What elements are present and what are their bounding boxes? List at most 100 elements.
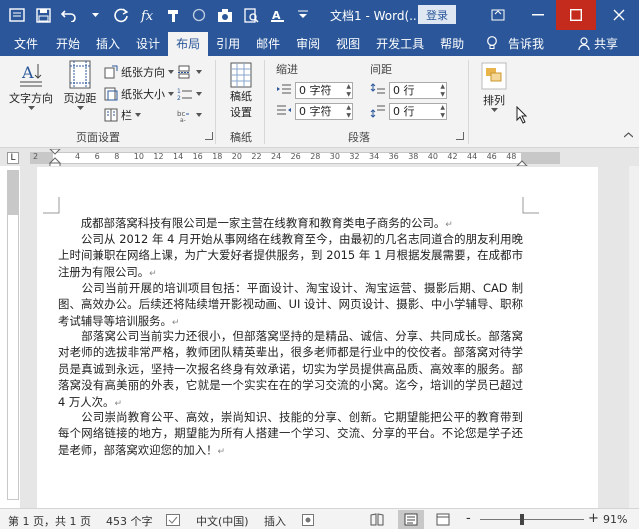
collapse-ribbon-icon[interactable]	[624, 132, 633, 138]
tab-developer[interactable]: 开发工具	[368, 32, 432, 56]
tab-insert[interactable]: 插入	[88, 32, 128, 56]
font-color-icon[interactable]: A	[266, 4, 288, 26]
minimize-button[interactable]	[518, 0, 558, 30]
indent-left-input[interactable]: 0 字符 ▲ ▼	[295, 81, 353, 99]
spacing-before-control: 0 行 ▲ ▼	[370, 81, 447, 99]
draft-paper-settings-button[interactable]: 稿纸 设置	[224, 62, 258, 120]
zoom-slider-thumb[interactable]	[520, 514, 524, 525]
text-direction-button[interactable]: A 文字方向	[6, 60, 56, 111]
ruler-number: 8	[114, 152, 120, 161]
breaks-button[interactable]	[177, 63, 202, 81]
horizontal-ruler[interactable]: 2 4 6 8 10 12 14 16 18 20 22 24 26 28 30 32 34 36 38 40 42 44…	[30, 149, 560, 168]
share-button[interactable]: 共享	[578, 30, 618, 56]
redo-icon[interactable]	[110, 4, 132, 26]
ruler-number: 28	[310, 152, 321, 161]
read-mode-icon[interactable]	[370, 513, 384, 526]
close-button[interactable]	[599, 0, 639, 30]
paper-size-button[interactable]: 纸张大小	[104, 85, 174, 103]
indent-right-input[interactable]: 0 字符 ▲ ▼	[295, 102, 353, 120]
paragraph[interactable]: 部落窝公司当前实力还很小，但部落窝坚持的是精品、诚信、分享、共同成长。部落窝对老…	[58, 328, 523, 412]
paragraph-mark-icon: ↵	[114, 398, 122, 409]
arrange-button[interactable]: 排列	[476, 62, 512, 113]
print-layout-button[interactable]	[398, 510, 424, 529]
tab-selector[interactable]: L	[7, 152, 19, 164]
undo-icon[interactable]	[58, 4, 80, 26]
customize-qat-icon[interactable]	[292, 4, 314, 26]
page-count[interactable]: 第 1 页，共 1 页	[8, 513, 91, 529]
format-painter-icon[interactable]	[162, 4, 184, 26]
ribbon-display-options-button[interactable]	[478, 0, 518, 30]
chevron-down-icon[interactable]	[84, 4, 106, 26]
quick-access-toolbar: fx A	[0, 4, 314, 26]
svg-text:fx: fx	[140, 9, 154, 23]
spacing-before-input[interactable]: 0 行 ▲ ▼	[389, 81, 447, 99]
ruler-number: 14	[173, 152, 184, 161]
tab-view[interactable]: 视图	[328, 32, 368, 56]
chevron-down-icon	[196, 70, 202, 74]
ruler-number: 12	[153, 152, 164, 161]
maximize-button[interactable]	[556, 0, 596, 30]
indent-left-icon	[277, 84, 291, 94]
word-app-icon[interactable]	[6, 4, 28, 26]
paragraph[interactable]: 公司崇尚教育公平、高效，崇尚知识、技能的分享、创新。它期望能把公平的教育带到每个…	[58, 409, 523, 460]
indent-left-control: 0 字符 ▲ ▼	[276, 81, 353, 99]
language[interactable]: 中文(中国)	[196, 513, 249, 529]
paragraph-launcher[interactable]	[456, 132, 464, 140]
word-count[interactable]: 453 个字	[106, 513, 153, 529]
tab-home[interactable]: 开始	[48, 32, 88, 56]
zoom-level[interactable]: 91%	[603, 513, 627, 526]
tab-review[interactable]: 审阅	[288, 32, 328, 56]
spin-arrows-icon[interactable]: ▲ ▼	[346, 83, 351, 99]
tab-layout[interactable]: 布局	[168, 32, 209, 56]
tab-help[interactable]: 帮助	[432, 32, 472, 56]
insert-mode[interactable]: 插入	[264, 513, 286, 529]
circle-icon[interactable]	[188, 4, 210, 26]
spin-arrows-icon[interactable]: ▲ ▼	[440, 83, 445, 99]
paragraph[interactable]: 公司当前开展的培训项目包括：平面设计、淘宝设计、淘宝运营、摄影后期、CAD 制图…	[58, 280, 523, 331]
page-setup-launcher[interactable]	[205, 132, 213, 140]
text-direction-icon: A	[20, 63, 42, 87]
vertical-scrollbar[interactable]	[629, 166, 639, 508]
paragraph-text: 公司从 2012 年 4 月开始从事网络在线教育至今，由最初的几名志同道合的朋友…	[58, 232, 523, 279]
document-title: 文档1 - Word(...	[330, 9, 421, 23]
screenshot-icon[interactable]	[214, 4, 236, 26]
save-icon[interactable]	[32, 4, 54, 26]
orientation-button[interactable]: 纸张方向	[104, 63, 174, 81]
paragraph-mark-icon: ↵	[149, 268, 157, 279]
web-layout-icon[interactable]	[436, 513, 450, 526]
spacing-after-icon	[370, 105, 385, 118]
login-button[interactable]: 登录	[418, 5, 456, 24]
svg-text:2: 2	[177, 95, 181, 101]
tell-me-box[interactable]: 告诉我	[486, 30, 544, 56]
tab-design[interactable]: 设计	[128, 32, 168, 56]
formula-icon[interactable]: fx	[136, 4, 158, 26]
tab-references[interactable]: 引用	[208, 32, 248, 56]
zoom-slider-track[interactable]	[480, 519, 584, 520]
indent-left-value: 0 字符	[299, 84, 332, 97]
vertical-ruler[interactable]	[7, 170, 19, 500]
print-layout-icon	[404, 513, 418, 526]
paragraph[interactable]: 公司从 2012 年 4 月开始从事网络在线教育至今，由最初的几名志同道合的朋友…	[58, 231, 523, 282]
print-preview-icon[interactable]	[240, 4, 262, 26]
text-direction-label: 文字方向	[9, 92, 53, 105]
macro-record-icon[interactable]	[302, 514, 314, 526]
draft-paper-label-2: 设置	[230, 106, 252, 119]
columns-button[interactable]: 栏	[104, 106, 141, 124]
paper-size-label: 纸张大小	[121, 88, 165, 101]
tab-file[interactable]: 文件	[4, 32, 48, 56]
zoom-out-button[interactable]: -	[466, 511, 471, 526]
spin-arrows-icon[interactable]: ▲ ▼	[346, 104, 351, 120]
margins-button[interactable]: 页边距	[58, 60, 102, 111]
spacing-after-input[interactable]: 0 行 ▲ ▼	[389, 102, 447, 120]
tab-mailings[interactable]: 邮件	[248, 32, 288, 56]
proofing-icon[interactable]	[166, 514, 180, 526]
draft-group-label: 稿纸	[230, 131, 252, 144]
hyphenation-button[interactable]: bc a-	[177, 106, 202, 124]
line-numbers-button[interactable]: 12	[177, 85, 202, 103]
paragraph-mark-icon: ↵	[217, 446, 226, 457]
spin-arrows-icon[interactable]: ▲ ▼	[440, 104, 445, 120]
ruler-number: 38	[408, 152, 419, 161]
spacing-title: 间距	[370, 63, 392, 76]
group-divider	[264, 60, 265, 144]
zoom-in-button[interactable]: +	[588, 511, 599, 526]
